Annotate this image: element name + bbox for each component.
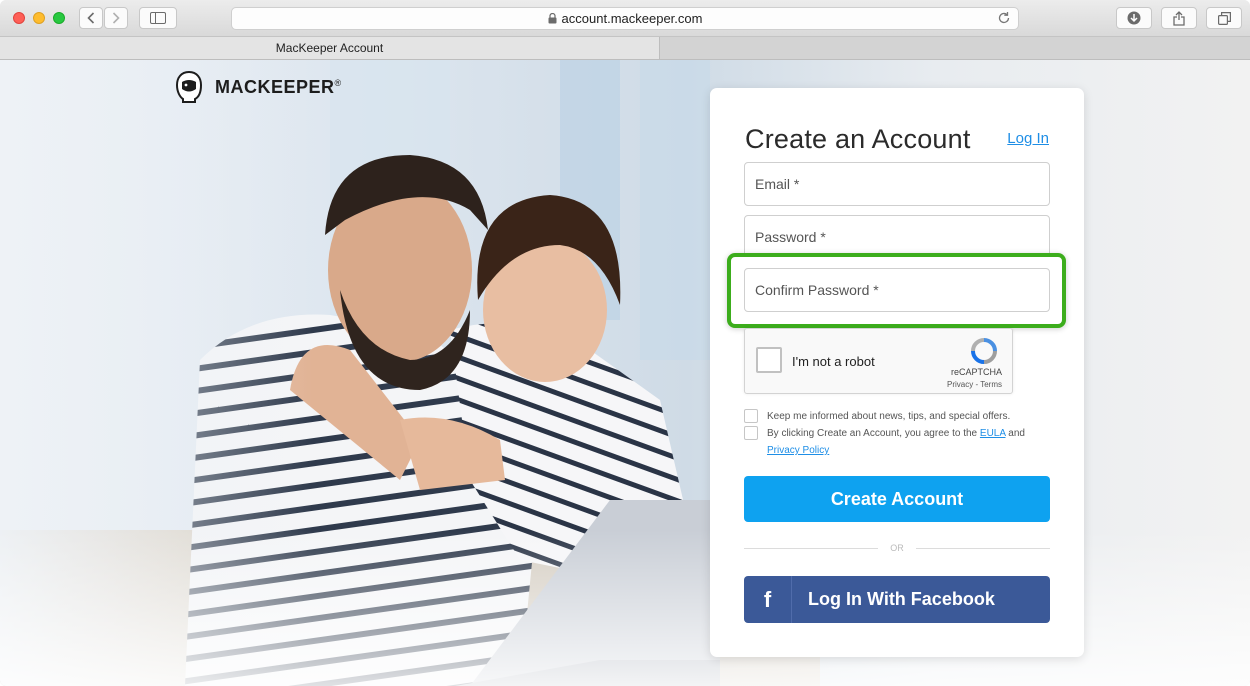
mackeeper-logo[interactable]: MACKEEPER® [175,70,342,104]
agreement-checkbox[interactable] [744,426,758,440]
login-link[interactable]: Log In [1007,130,1049,147]
chevron-left-icon [87,12,95,24]
agreement-text: By clicking Create an Account, you agree… [767,428,1025,456]
newsletter-checkbox[interactable] [744,409,758,423]
confirm-password-input[interactable] [755,269,1049,311]
sidebar-toggle-button[interactable] [139,7,177,29]
minimize-window-button[interactable] [33,12,45,24]
email-field[interactable] [744,162,1050,206]
agreement-option: By clicking Create an Account, you agree… [744,425,1044,459]
or-divider: OR [744,542,1050,556]
tab-mackeeper-account[interactable]: MacKeeper Account [0,37,660,59]
address-bar[interactable]: account.mackeeper.com [231,7,1019,30]
divider-line-right [916,548,1050,549]
close-window-button[interactable] [13,12,25,24]
newsletter-label: Keep me informed about news, tips, and s… [767,411,1011,422]
eula-link[interactable]: EULA [980,428,1006,439]
reload-icon[interactable] [997,11,1011,25]
recaptcha-brand: reCAPTCHA [950,367,1002,377]
page-content: MACKEEPER® Create an Account Log In I'm … [0,60,1250,686]
password-input[interactable] [755,216,1049,258]
chevron-right-icon [112,12,120,24]
browser-toolbar: account.mackeeper.com [0,0,1250,37]
tab-title: MacKeeper Account [275,41,384,55]
recaptcha-icon [971,338,997,364]
tabs-icon [1217,11,1231,25]
create-account-card: Create an Account Log In I'm not a robot [710,88,1084,657]
create-account-button[interactable]: Create Account [744,476,1050,522]
zoom-window-button[interactable] [53,12,65,24]
downloads-button[interactable] [1116,7,1152,29]
logo-wordmark: MACKEEPER® [215,76,342,97]
facebook-login-button[interactable]: f Log In With Facebook [744,576,1050,623]
confirm-password-field[interactable] [744,268,1050,312]
email-input[interactable] [755,163,1049,205]
recaptcha-widget: I'm not a robot reCAPTCHA Privacy - Term… [744,328,1013,394]
share-button[interactable] [1161,7,1197,29]
share-icon [1173,10,1185,26]
browser-window: account.mackeeper.com MacKeeper Account [0,0,1250,686]
form-title: Create an Account [745,124,971,154]
lock-icon [548,13,557,24]
newsletter-option: Keep me informed about news, tips, and s… [744,408,1054,425]
recaptcha-label: I'm not a robot [792,354,875,369]
recaptcha-checkbox[interactable] [756,347,782,373]
astronaut-helmet-icon [175,70,203,103]
facebook-icon: f [744,576,792,623]
facebook-login-label: Log In With Facebook [808,589,995,609]
back-button[interactable] [79,7,103,29]
privacy-policy-link[interactable]: Privacy Policy [767,445,829,456]
recaptcha-terms[interactable]: Privacy - Terms [947,380,1002,389]
download-icon [1127,11,1141,25]
tab-bar: MacKeeper Account [0,37,1250,60]
tabs-overview-button[interactable] [1206,7,1242,29]
forward-button[interactable] [104,7,128,29]
address-url: account.mackeeper.com [561,11,703,26]
sidebar-icon [150,12,166,24]
